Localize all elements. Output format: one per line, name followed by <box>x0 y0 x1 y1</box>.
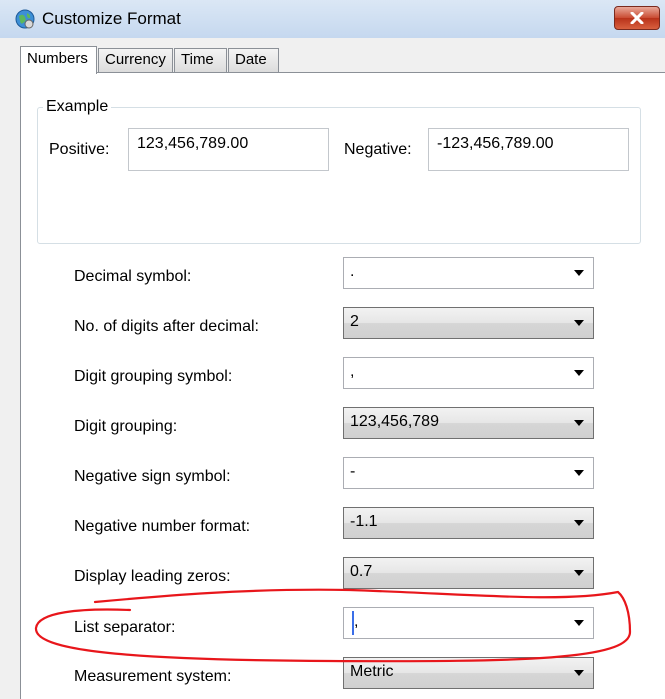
globe-settings-icon <box>15 9 35 29</box>
decimal-symbol-value[interactable]: . <box>350 263 354 281</box>
digit-grouping-label: Digit grouping: <box>74 418 178 435</box>
customize-format-window: Customize Format Numbers Currency Time D… <box>0 0 665 699</box>
title-bar[interactable]: Customize Format <box>0 0 665 38</box>
decimal-symbol-combo[interactable]: . <box>343 257 594 289</box>
display-leading-zeros-label: Display leading zeros: <box>74 568 231 585</box>
chevron-down-icon[interactable] <box>574 320 584 326</box>
negative-sign-symbol-label: Negative sign symbol: <box>74 468 231 485</box>
chevron-down-icon[interactable] <box>574 420 584 426</box>
decimal-symbol-label: Decimal symbol: <box>74 268 192 285</box>
tab-numbers[interactable]: Numbers <box>20 46 97 74</box>
digits-after-decimal-combo[interactable]: 2 <box>343 307 594 339</box>
chevron-down-icon[interactable] <box>574 620 584 626</box>
chevron-down-icon[interactable] <box>574 670 584 676</box>
example-group-label: Example <box>43 98 112 116</box>
measurement-system-label: Measurement system: <box>74 668 232 685</box>
negative-label: Negative: <box>344 141 412 158</box>
digits-after-decimal-value: 2 <box>350 313 359 330</box>
text-caret <box>352 611 354 635</box>
measurement-system-combo[interactable]: Metric <box>343 657 594 689</box>
positive-example-field: 123,456,789.00 <box>128 128 329 171</box>
negative-example-field: -123,456,789.00 <box>428 128 629 171</box>
tab-currency[interactable]: Currency <box>98 48 173 72</box>
positive-label: Positive: <box>49 141 110 158</box>
negative-sign-symbol-combo[interactable]: - <box>343 457 594 489</box>
list-separator-label: List separator: <box>74 619 176 636</box>
digit-grouping-value: 123,456,789 <box>350 413 439 430</box>
tab-time[interactable]: Time <box>174 48 227 72</box>
chevron-down-icon[interactable] <box>574 570 584 576</box>
chevron-down-icon[interactable] <box>574 370 584 376</box>
negative-sign-symbol-value[interactable]: - <box>350 463 355 481</box>
display-leading-zeros-value: 0.7 <box>350 563 373 580</box>
close-icon <box>630 12 644 24</box>
window-title: Customize Format <box>42 9 181 28</box>
close-button[interactable] <box>614 6 660 30</box>
tab-date[interactable]: Date <box>228 48 279 72</box>
negative-number-format-value: -1.1 <box>350 513 378 530</box>
digit-grouping-symbol-value[interactable]: , <box>350 363 354 381</box>
list-separator-combo[interactable]: , <box>343 607 594 639</box>
chevron-down-icon[interactable] <box>574 270 584 276</box>
measurement-system-value: Metric <box>350 663 394 680</box>
digits-after-decimal-label: No. of digits after decimal: <box>74 318 259 335</box>
chevron-down-icon[interactable] <box>574 520 584 526</box>
display-leading-zeros-combo[interactable]: 0.7 <box>343 557 594 589</box>
digit-grouping-symbol-combo[interactable]: , <box>343 357 594 389</box>
negative-number-format-combo[interactable]: -1.1 <box>343 507 594 539</box>
negative-number-format-label: Negative number format: <box>74 518 251 535</box>
digit-grouping-symbol-label: Digit grouping symbol: <box>74 368 233 385</box>
chevron-down-icon[interactable] <box>574 470 584 476</box>
list-separator-value[interactable]: , <box>354 613 358 631</box>
digit-grouping-combo[interactable]: 123,456,789 <box>343 407 594 439</box>
